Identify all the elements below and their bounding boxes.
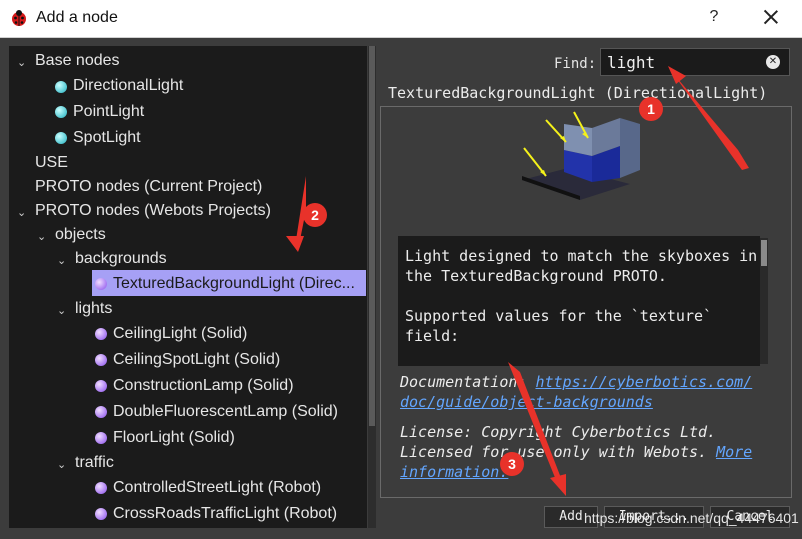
chevron-down-icon[interactable]: ⌄ [17,58,27,69]
tree-item-spot-light[interactable]: SpotLight [73,126,141,150]
close-icon[interactable] [760,6,782,28]
node-description: Light designed to match the skyboxes in … [405,247,758,345]
tree-item-double-fluorescent-lamp[interactable]: DoubleFluorescentLamp (Solid) [113,400,338,424]
node-title: TexturedBackgroundLight (DirectionalLigh… [388,84,768,102]
tree-item-backgrounds[interactable]: backgrounds [75,247,167,271]
license-line-1: License: Copyright Cyberbotics Ltd. [400,423,717,441]
tree-item-construction-lamp[interactable]: ConstructionLamp (Solid) [113,374,294,398]
chevron-down-icon[interactable]: ⌄ [17,208,27,219]
chevron-down-icon[interactable]: ⌄ [57,256,67,267]
violet-ball-icon [95,278,107,290]
tree-item-ceiling-light[interactable]: CeilingLight (Solid) [113,322,247,346]
find-label: Find: [554,56,597,72]
tree-item-proto-webots[interactable]: PROTO nodes (Webots Projects) [35,199,271,223]
tree-item-point-light[interactable]: PointLight [73,100,144,124]
find-input[interactable] [607,52,757,72]
help-button[interactable]: ? [704,8,724,26]
teal-ball-icon [55,81,67,93]
window-title: Add a node [36,9,118,26]
tree-item-directional-light[interactable]: DirectionalLight [73,74,183,98]
tree-item-proto-current[interactable]: PROTO nodes (Current Project) [35,175,262,199]
violet-ball-icon [95,354,107,366]
tree-item-traffic[interactable]: traffic [75,451,114,475]
tree-item-objects[interactable]: objects [55,223,106,247]
doc-link[interactable]: https://cyberbotics.com/ [535,373,752,391]
watermark: https://blog.csdn.net/qq_44476401 [584,510,799,526]
violet-ball-icon [95,406,107,418]
documentation-section: Documentation: https://cyberbotics.com/ … [400,372,784,482]
violet-ball-icon [95,432,107,444]
tree-item-textured-background-light[interactable]: TexturedBackgroundLight (Direc... [113,272,355,296]
doc-link-continued[interactable]: doc/guide/object-backgrounds [400,393,653,411]
title-bar: Add a node ? [0,0,802,38]
tree-item-use[interactable]: USE [35,151,68,175]
tree-item-controlled-street-light[interactable]: ControlledStreetLight (Robot) [113,476,321,500]
more-info-link-continued[interactable]: information. [400,463,508,481]
description-scrollbar-thumb[interactable] [761,240,767,266]
violet-ball-icon [95,328,107,340]
chevron-down-icon[interactable]: ⌄ [57,306,67,317]
clear-search-icon[interactable]: ✕ [766,55,780,69]
tree-item-ceiling-spot-light[interactable]: CeilingSpotLight (Solid) [113,348,280,372]
annotation-badge-3: 3 [500,452,524,476]
chevron-down-icon[interactable]: ⌄ [57,460,67,471]
tree-item-base-nodes[interactable]: Base nodes [35,49,120,73]
teal-ball-icon [55,132,67,144]
doc-label: Documentation: [400,373,527,391]
chevron-down-icon[interactable]: ⌄ [37,232,47,243]
annotation-badge-2: 2 [303,203,327,227]
violet-ball-icon [95,482,107,494]
tree-item-lights[interactable]: lights [75,297,112,321]
violet-ball-icon [95,508,107,520]
node-tree[interactable]: ⌄ Base nodes DirectionalLight PointLight… [9,46,367,528]
tree-item-crossroads-traffic-light[interactable]: CrossRoadsTrafficLight (Robot) [113,502,337,526]
teal-ball-icon [55,106,67,118]
violet-ball-icon [95,380,107,392]
ladybug-icon [12,10,26,26]
find-field[interactable] [600,48,790,76]
license-line-2: Licensed for use only with Webots. [400,443,708,461]
description-box[interactable]: Light designed to match the skyboxes in … [398,236,760,366]
node-preview-image [522,111,640,200]
tree-item-floor-light[interactable]: FloorLight (Solid) [113,426,235,450]
more-info-link[interactable]: More [716,443,752,461]
annotation-badge-1: 1 [639,97,663,121]
tree-scrollbar-thumb[interactable] [369,46,375,426]
